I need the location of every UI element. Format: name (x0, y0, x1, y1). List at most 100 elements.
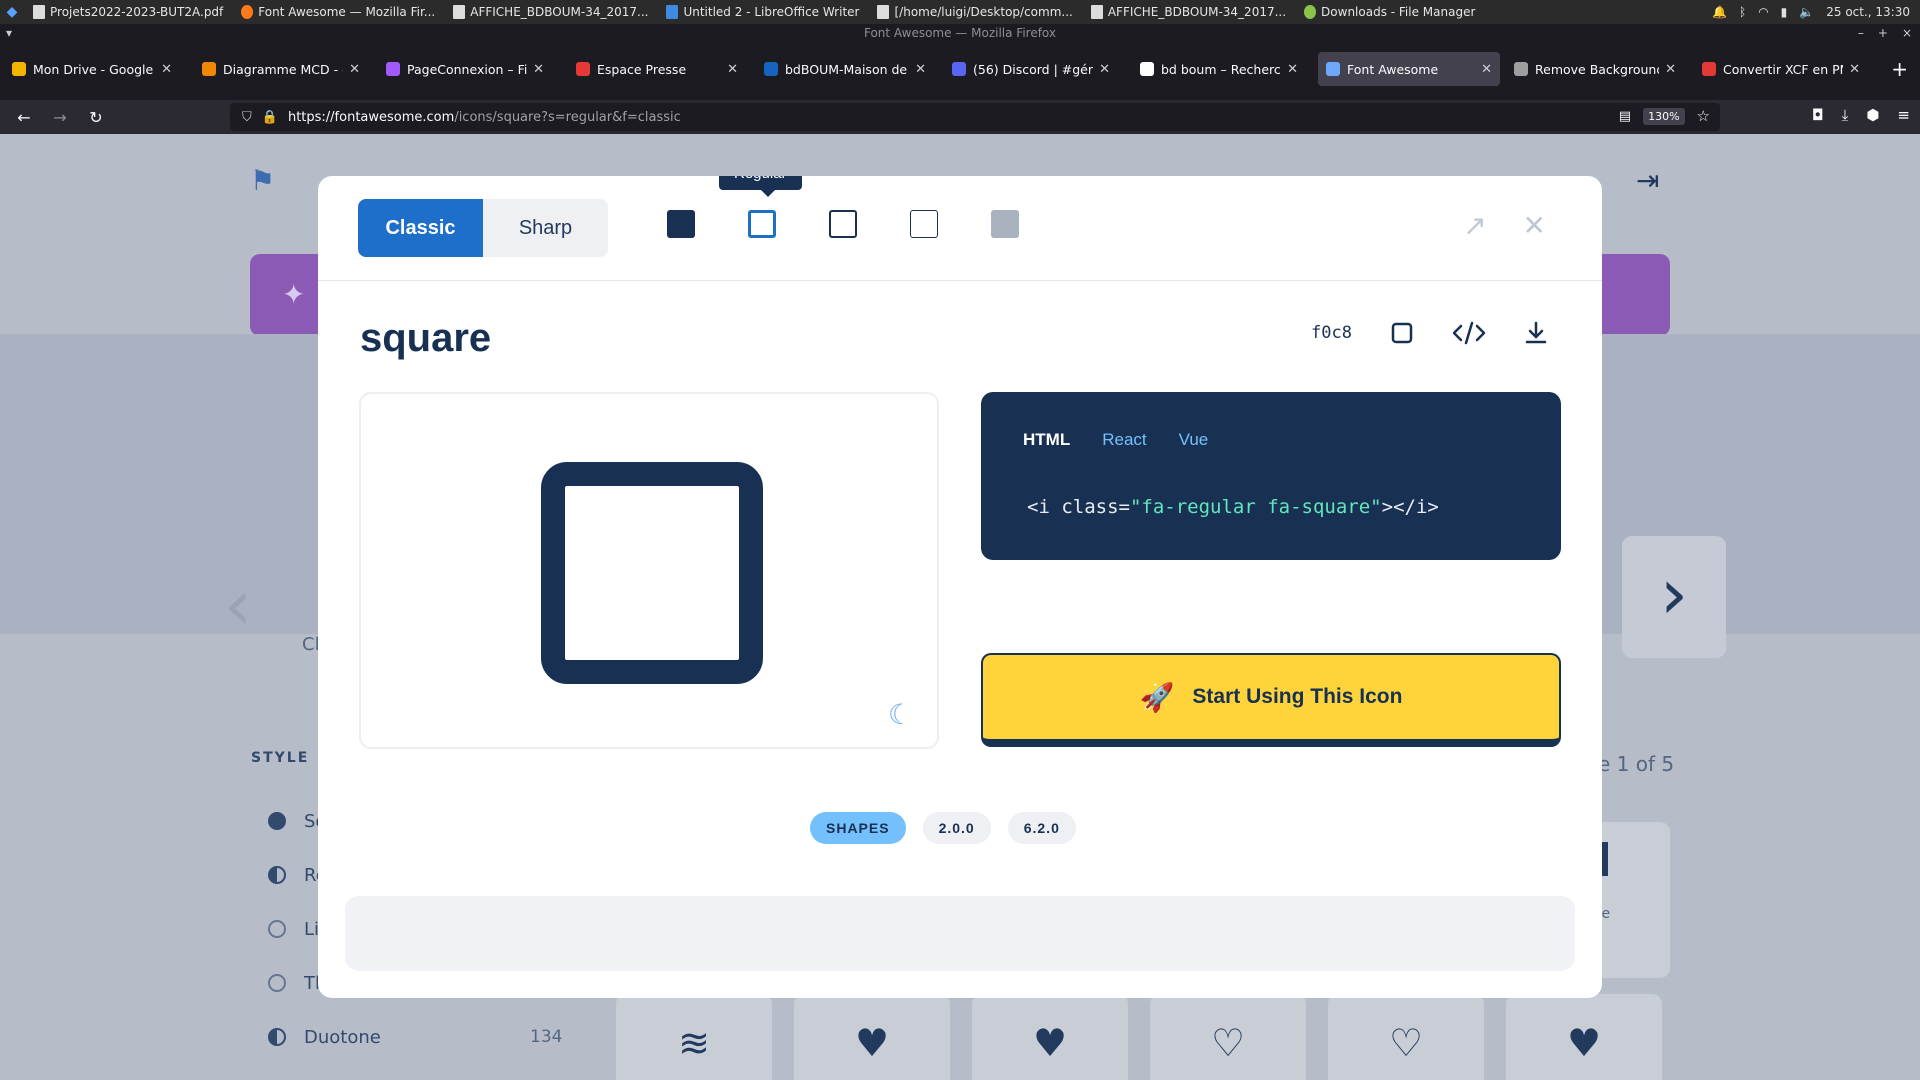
style-swatches (667, 210, 1019, 238)
url-host: https://fontawesome.com (287, 109, 455, 125)
dark-mode-moon-icon[interactable]: ☾ (888, 698, 913, 731)
tab-close-icon[interactable]: ✕ (727, 62, 738, 77)
code-snippet[interactable]: <i class="fa-regular fa-square"></i> (1027, 496, 1439, 518)
lock-icon[interactable]: 🔒 (262, 110, 278, 125)
tab-close-icon[interactable]: ✕ (1287, 62, 1298, 77)
clock[interactable]: 25 oct., 13:30 (1826, 5, 1910, 19)
sharp-family-button[interactable]: Sharp (483, 199, 608, 257)
browser-tab[interactable]: (56) Discord | #généra ✕ (944, 52, 1118, 86)
open-page-arrow-icon[interactable]: ↗ (1463, 212, 1486, 240)
volume-icon[interactable]: 🔈 (1799, 5, 1814, 19)
forward-icon[interactable]: → (42, 108, 78, 127)
tab-close-icon[interactable]: ✕ (915, 62, 926, 77)
tab-close-icon[interactable]: ✕ (1665, 62, 1676, 77)
bluetooth-icon[interactable]: ᛒ (1739, 5, 1746, 19)
back-icon[interactable]: ← (6, 108, 42, 127)
modal-header: Classic Sharp ↗ ✕ (318, 176, 1602, 281)
tab-favicon-icon (952, 62, 966, 76)
modal-bottom-panel (345, 896, 1575, 971)
close-modal-icon[interactable]: ✕ (1523, 212, 1546, 240)
version-tag[interactable]: 6.2.0 (1007, 812, 1076, 844)
style-tooltip: Regular (719, 176, 802, 197)
tab-close-icon[interactable]: ✕ (349, 62, 360, 77)
tab-vue[interactable]: Vue (1179, 430, 1209, 450)
heart-square-icon: ♥ (972, 994, 1128, 1080)
pocket-icon[interactable]: ◘ (1812, 106, 1824, 124)
tab-favicon-icon (1326, 62, 1340, 76)
regular-style-swatch[interactable] (748, 210, 776, 238)
classic-family-button[interactable]: Classic (358, 199, 483, 257)
minimize-icon[interactable]: – (1858, 24, 1864, 42)
menu-icon[interactable]: ≡ (1897, 106, 1910, 124)
browser-tab[interactable]: Font Awesome ✕ (1318, 52, 1500, 86)
reader-view-icon[interactable]: ▤ (1619, 109, 1631, 124)
taskbar-task[interactable]: Projets2022-2023-BUT2A.pdf (24, 0, 232, 24)
heart-hexagon-icon: ♥ (1506, 994, 1662, 1080)
reload-icon[interactable]: ↻ (78, 108, 114, 127)
icon-detail-modal: Classic Sharp ↗ ✕ Regular square f0c8 ☾ (318, 176, 1602, 998)
taskbar-task[interactable]: Downloads - File Manager (1295, 0, 1484, 24)
icon-name-title: square (360, 316, 492, 360)
image-file-icon (1090, 5, 1103, 19)
browser-tab[interactable]: bd boum – Recherche (✕ (1132, 52, 1306, 86)
wifi-icon[interactable]: ◠ (1758, 5, 1768, 19)
taskbar-task[interactable]: AFFICHE_BDBOUM-34_2017... (1082, 0, 1295, 24)
tab-label: Remove Background fr (1535, 61, 1660, 77)
tab-close-icon[interactable]: ✕ (1481, 62, 1492, 77)
code-close: ></i> (1381, 496, 1439, 518)
browser-tab[interactable]: Remove Background fr ✕ (1506, 52, 1684, 86)
maximize-icon[interactable]: + (1878, 24, 1888, 42)
heart-diamond-icon: ♡ (1328, 994, 1484, 1080)
taskbar-task[interactable]: Untitled 2 - LibreOffice Writer (657, 0, 868, 24)
url-bar[interactable]: ⛉ 🔒 https://fontawesome.com/icons/square… (230, 103, 1720, 131)
bookmark-star-icon[interactable]: ☆ (1697, 107, 1710, 125)
taskbar-task[interactable]: [/home/luigi/Desktop/comm... (868, 0, 1081, 24)
style-dot-icon (268, 866, 286, 884)
browser-tab[interactable]: Mon Drive - Google Dri ✕ (4, 52, 180, 86)
close-window-icon[interactable]: × (1902, 24, 1912, 42)
code-icon[interactable] (1452, 321, 1486, 345)
downloads-icon[interactable]: ⤓ (1842, 106, 1849, 124)
download-icon[interactable] (1524, 321, 1548, 345)
notification-bell-icon[interactable]: 🔔 (1712, 5, 1727, 19)
taskbar-task[interactable]: AFFICHE_BDBOUM-34_2017... (444, 0, 657, 24)
carousel-prev-icon: ‹ (224, 564, 252, 646)
browser-tab[interactable]: Convertir XCF en PNG (✕ (1694, 52, 1868, 86)
new-tab-button[interactable]: + (1891, 59, 1908, 79)
battery-icon[interactable]: ▮ (1781, 5, 1788, 19)
unicode-value[interactable]: f0c8 (1311, 323, 1352, 343)
tracking-protection-icon[interactable]: ⛉ (242, 110, 252, 125)
tab-html[interactable]: HTML (1023, 430, 1070, 450)
version-tag[interactable]: 2.0.0 (922, 812, 991, 844)
urlbar-right: ▤ 130% ☆ (1619, 107, 1710, 125)
solid-style-swatch[interactable] (667, 210, 695, 238)
tab-close-icon[interactable]: ✕ (161, 62, 172, 77)
tab-react[interactable]: React (1102, 430, 1146, 450)
zoom-level[interactable]: 130% (1643, 107, 1685, 125)
page-indicator: e 1 of 5 (1598, 752, 1675, 776)
heart-square-icon: ♥ (794, 994, 950, 1080)
squarespace-icon: ≋ (616, 994, 772, 1080)
writer-icon (666, 5, 679, 19)
browser-tab-strip: Mon Drive - Google Dri✕ Diagramme MCD - d… (0, 42, 1920, 100)
thin-style-swatch[interactable] (910, 210, 938, 238)
browser-tab[interactable]: Diagramme MCD - diag ✕ (194, 52, 368, 86)
browser-tab[interactable]: Espace Presse ✕ (568, 52, 746, 86)
duotone-style-swatch[interactable] (991, 210, 1019, 238)
start-using-icon-button[interactable]: 🚀 Start Using This Icon (981, 653, 1561, 747)
browser-tab[interactable]: PageConnexion – Figm ✕ (378, 52, 552, 86)
browser-tab[interactable]: bdBOUM-Maison de la ✕ (756, 52, 934, 86)
light-style-swatch[interactable] (829, 210, 857, 238)
window-menu-icon[interactable]: ▾ (6, 24, 12, 42)
tab-close-icon[interactable]: ✕ (1849, 62, 1860, 77)
copy-glyph-square-icon[interactable] (1390, 321, 1414, 345)
os-taskbar: ◆ Projets2022-2023-BUT2A.pdf Font Awesome… (0, 0, 1920, 24)
tab-favicon-icon (576, 62, 590, 76)
taskbar-task[interactable]: Font Awesome — Mozilla Fir... (232, 0, 444, 24)
category-tag[interactable]: SHAPES (810, 812, 906, 844)
app-menu-icon[interactable]: ◆ (0, 0, 24, 24)
tab-close-icon[interactable]: ✕ (533, 62, 544, 77)
tab-close-icon[interactable]: ✕ (1099, 62, 1110, 77)
downloads-icon (1304, 5, 1317, 19)
extensions-icon[interactable]: ⬢ (1866, 106, 1879, 124)
